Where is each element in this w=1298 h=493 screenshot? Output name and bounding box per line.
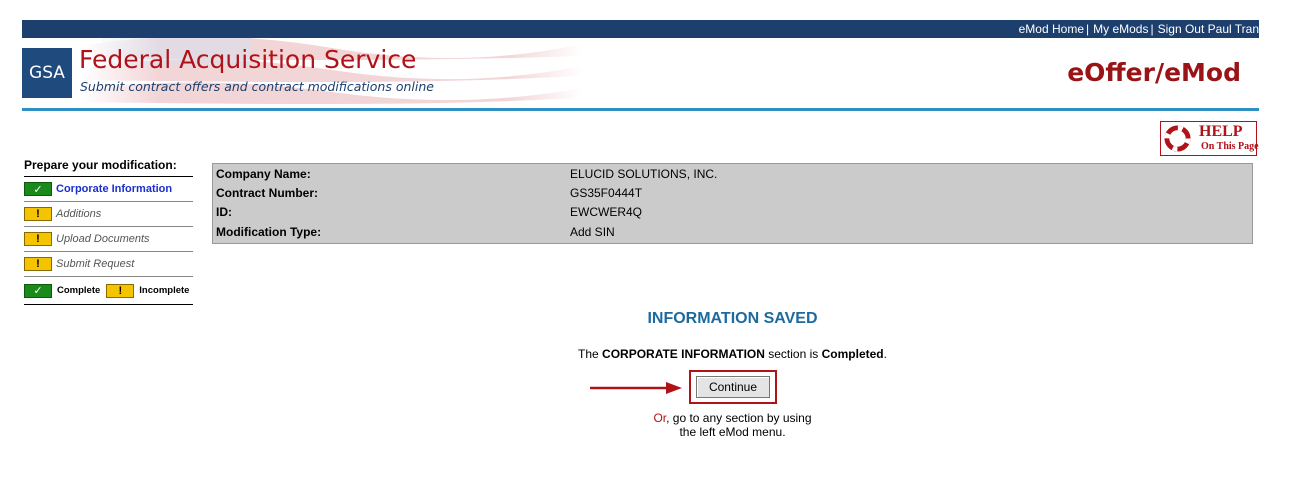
info-label: Company Name: <box>216 167 311 181</box>
status-message: The CORPORATE INFORMATION section is Com… <box>212 347 1253 361</box>
app-name: eOffer/eMod <box>1067 58 1241 87</box>
legend-incomplete-label: Incomplete <box>139 285 190 296</box>
site-title: Federal Acquisition Service <box>79 45 417 74</box>
help-on-this-page-button[interactable]: HELP On This Page <box>1160 121 1259 156</box>
my-emods-link[interactable]: My eMods <box>1093 22 1148 36</box>
warning-icon: ! <box>106 283 135 298</box>
sidebar-item-label: Corporate Information <box>56 183 173 195</box>
info-label: Contract Number: <box>216 186 319 200</box>
check-icon: ✓ <box>24 283 52 298</box>
continue-button[interactable]: Continue <box>696 376 770 398</box>
gsa-logo: GSA <box>22 48 72 98</box>
sidebar-item-submit-request[interactable]: ! Submit Request <box>24 252 193 277</box>
header-divider <box>22 108 1259 111</box>
sidebar-menu: Prepare your modification: ✓ Corporate I… <box>24 158 193 305</box>
sidebar-item-label: Additions <box>56 208 102 220</box>
status-msg-end: . <box>883 347 887 361</box>
status-msg-section: CORPORATE INFORMATION <box>602 347 765 361</box>
emod-home-link[interactable]: eMod Home <box>1019 22 1084 36</box>
nav-separator: | <box>1086 22 1090 36</box>
sign-out-link[interactable]: Sign Out Paul Tran <box>1158 22 1259 36</box>
help-sublabel: On This Page <box>1201 141 1259 152</box>
info-value: Add SIN <box>570 225 615 239</box>
sidebar-title: Prepare your modification: <box>24 158 193 177</box>
help-label: HELP <box>1199 123 1243 140</box>
legend-complete-label: Complete <box>57 285 101 296</box>
arrow-right-icon <box>590 382 682 394</box>
nav-separator: | <box>1150 22 1154 36</box>
info-value: EWCWER4Q <box>570 205 642 219</box>
status-msg-prefix: The <box>578 347 603 361</box>
contract-info-panel: Company Name: ELUCID SOLUTIONS, INC. Con… <box>212 163 1253 244</box>
sidebar-item-upload-documents[interactable]: ! Upload Documents <box>24 227 193 252</box>
sidebar-item-label: Submit Request <box>56 258 135 270</box>
top-nav-links: eMod Home | My eMods | Sign Out Paul Tran <box>1019 22 1259 36</box>
or-word: Or <box>653 411 667 425</box>
alternate-instruction: Or, go to any section by using the left e… <box>212 411 1253 439</box>
info-label: Modification Type: <box>216 225 322 239</box>
warning-icon: ! <box>24 257 52 271</box>
status-msg-middle: section is <box>764 347 822 361</box>
status-msg-state: Completed <box>821 347 884 361</box>
or-text-2: the left eMod menu. <box>679 425 786 439</box>
sidebar-item-corporate-information[interactable]: ✓ Corporate Information <box>24 177 193 202</box>
check-icon: ✓ <box>24 182 52 196</box>
info-value: GS35F0444T <box>570 186 643 200</box>
warning-icon: ! <box>24 232 52 246</box>
status-legend: ✓ Complete ! Incomplete <box>24 277 193 305</box>
info-label: ID: <box>216 205 232 219</box>
life-ring-icon <box>1164 125 1191 152</box>
status-heading: INFORMATION SAVED <box>647 310 818 327</box>
warning-icon: ! <box>24 207 52 221</box>
sidebar-item-additions[interactable]: ! Additions <box>24 202 193 227</box>
header-banner: GSA Federal Acquisition Service Submit c… <box>22 38 1259 108</box>
or-text-1: , go to any section by using <box>666 411 812 425</box>
sidebar-item-label: Upload Documents <box>56 233 150 245</box>
info-value: ELUCID SOLUTIONS, INC. <box>570 167 718 181</box>
site-subtitle: Submit contract offers and contract modi… <box>80 79 434 94</box>
top-nav-bar: eMod Home | My eMods | Sign Out Paul Tran <box>22 20 1259 38</box>
